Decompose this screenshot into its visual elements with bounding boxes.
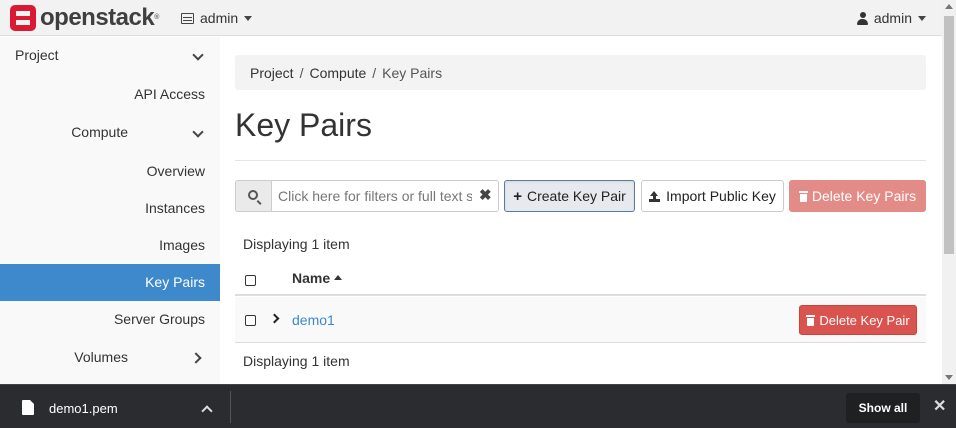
item-count-bottom: Displaying 1 item	[243, 353, 350, 369]
caret-down-icon	[918, 15, 926, 21]
user-icon	[856, 11, 868, 25]
table-row: demo1 Delete Key Pair	[235, 297, 926, 343]
breadcrumb-separator: /	[299, 64, 304, 81]
project-dropdown[interactable]: admin	[181, 10, 253, 26]
download-bar: demo1.pem Show all ✕	[0, 384, 956, 428]
chevron-down-icon	[192, 49, 204, 61]
download-divider	[230, 391, 231, 423]
chevron-right-icon	[190, 352, 202, 364]
select-all-checkbox[interactable]	[245, 275, 256, 286]
create-key-pair-button[interactable]: + Create Key Pair	[504, 180, 635, 212]
sidebar: Project API Access Compute Overview Inst…	[0, 37, 220, 384]
breadcrumb-separator: /	[372, 64, 377, 81]
expand-row-chevron-icon[interactable]	[269, 313, 280, 324]
breadcrumb-key-pairs: Key Pairs	[382, 64, 443, 81]
project-label: admin	[200, 10, 239, 26]
download-file-name[interactable]: demo1.pem	[49, 401, 118, 416]
item-count-top: Displaying 1 item	[243, 236, 350, 252]
scrollbar-thumb[interactable]	[944, 16, 954, 254]
sidebar-item-overview[interactable]: Overview	[0, 153, 220, 190]
table-toolbar: ✖ + Create Key Pair Import Public Key De…	[235, 180, 926, 212]
sidebar-item-api-access[interactable]: API Access	[0, 76, 220, 113]
trash-icon	[798, 190, 808, 202]
page-scrollbar[interactable]	[942, 0, 956, 384]
key-pair-name-link[interactable]: demo1	[292, 312, 335, 328]
sidebar-item-instances[interactable]: Instances	[0, 190, 220, 227]
sidebar-item-compute[interactable]: Compute	[0, 114, 220, 151]
file-icon	[22, 400, 34, 415]
row-checkbox[interactable]	[245, 315, 256, 326]
chevron-down-icon	[192, 126, 204, 138]
breadcrumb: Project / Compute / Key Pairs	[235, 55, 926, 90]
user-label: admin	[873, 10, 912, 26]
title-divider	[235, 160, 926, 161]
trash-icon	[806, 314, 816, 326]
delete-key-pairs-button[interactable]: Delete Key Pairs	[789, 180, 926, 212]
page-title: Key Pairs	[235, 107, 372, 143]
plus-icon: +	[513, 187, 522, 205]
sidebar-item-project[interactable]: Project	[0, 37, 220, 74]
sidebar-item-volumes[interactable]: Volumes	[0, 339, 220, 376]
openstack-logo-icon	[10, 5, 36, 31]
delete-key-pair-button[interactable]: Delete Key Pair	[799, 305, 917, 335]
clear-search-icon[interactable]: ✖	[479, 188, 492, 204]
brand-text: openstack®	[40, 4, 159, 31]
scroll-down-arrow-icon[interactable]	[945, 375, 953, 380]
search-input[interactable]	[271, 180, 499, 212]
search-icon	[248, 190, 258, 200]
openstack-logo[interactable]: openstack®	[10, 4, 159, 32]
breadcrumb-compute[interactable]: Compute	[309, 65, 366, 81]
upload-icon	[649, 190, 661, 202]
project-list-icon	[181, 12, 194, 24]
column-header-name[interactable]: Name	[292, 270, 343, 286]
show-all-button[interactable]: Show all	[846, 393, 920, 423]
search-addon[interactable]	[235, 180, 272, 212]
top-navbar: openstack® admin admin	[0, 0, 942, 36]
breadcrumb-project[interactable]: Project	[250, 65, 294, 81]
sidebar-item-images[interactable]: Images	[0, 227, 220, 264]
import-public-key-button[interactable]: Import Public Key	[641, 180, 784, 212]
main-content: Project / Compute / Key Pairs Key Pairs …	[235, 37, 926, 384]
sidebar-item-server-groups[interactable]: Server Groups	[0, 301, 220, 338]
sidebar-item-key-pairs[interactable]: Key Pairs	[0, 264, 220, 301]
user-dropdown[interactable]: admin	[856, 10, 926, 26]
close-icon[interactable]: ✕	[933, 398, 946, 416]
chevron-up-icon[interactable]	[201, 405, 213, 417]
sort-ascending-icon	[334, 275, 343, 280]
caret-down-icon	[244, 15, 253, 21]
table-header: Name	[235, 262, 926, 296]
scroll-up-arrow-icon[interactable]	[945, 4, 953, 9]
